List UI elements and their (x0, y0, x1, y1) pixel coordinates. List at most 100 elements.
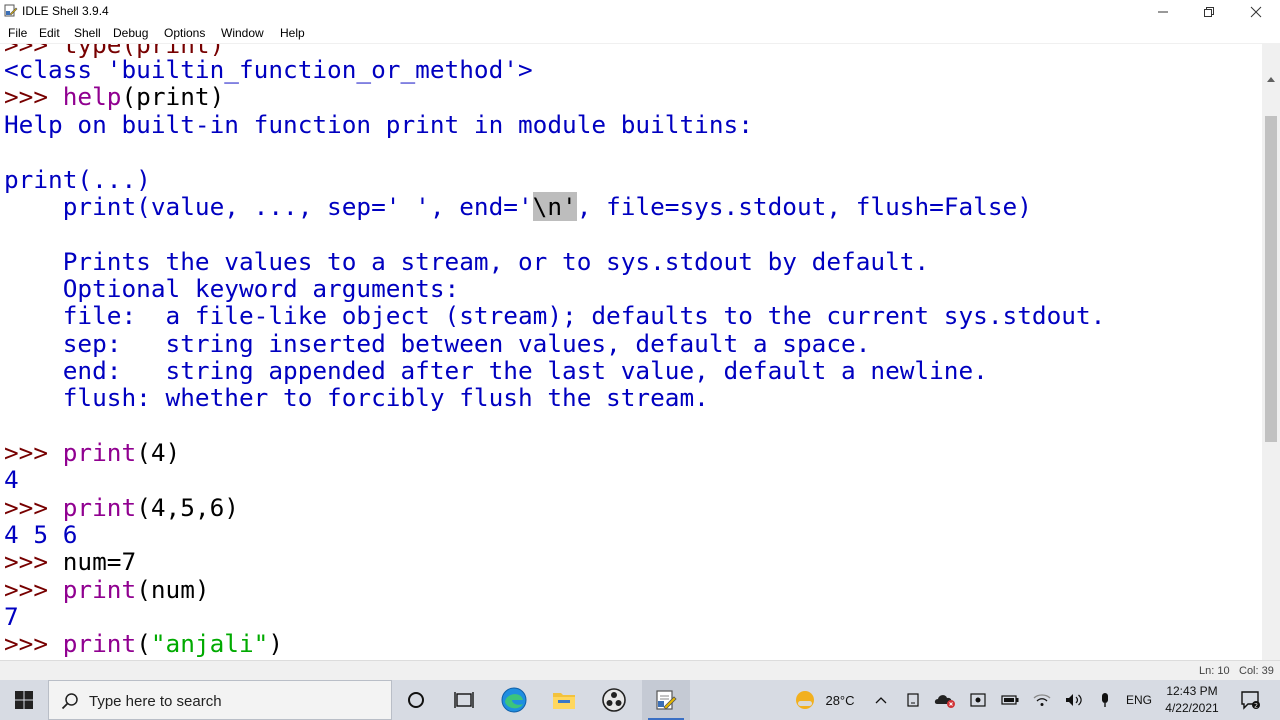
menu-file[interactable]: File (8, 26, 27, 40)
idle-taskbar-button[interactable] (642, 680, 690, 720)
taskbar-clock[interactable]: 12:43 PM 4/22/2021 (1156, 683, 1228, 717)
shell-output-line: Help on built-in function print in modul… (4, 110, 753, 139)
builtin-keyword: print (62, 575, 137, 604)
close-icon (1250, 6, 1262, 18)
shell-prompt: >>> (4, 575, 63, 604)
scrollbar-thumb[interactable] (1265, 116, 1277, 442)
scroll-up-button[interactable] (1262, 70, 1280, 88)
menu-edit[interactable]: Edit (39, 26, 60, 40)
tray-app-button[interactable] (902, 680, 924, 720)
battery-button[interactable] (998, 680, 1022, 720)
menu-options[interactable]: Options (164, 26, 205, 40)
shell-output-line: 4 (4, 465, 19, 494)
onedrive-button[interactable] (932, 680, 958, 720)
minimize-button[interactable] (1140, 0, 1186, 24)
file-explorer-icon (553, 693, 575, 709)
menu-shell[interactable]: Shell (74, 26, 101, 40)
edge-taskbar-button[interactable] (490, 680, 538, 720)
shell-prompt: >>> (4, 493, 63, 522)
shell-input-line: >>> num=7 (4, 548, 136, 575)
builtin-keyword: help (62, 82, 122, 111)
chevron-up-icon (1267, 77, 1275, 82)
shell-output-line: file: a file-like object (stream); defau… (4, 301, 1106, 330)
show-hidden-icons-button[interactable] (870, 680, 892, 720)
menu-debug[interactable]: Debug (113, 26, 148, 40)
shell-prompt: >>> (4, 82, 63, 111)
svg-text:2: 2 (1254, 703, 1258, 710)
restore-button[interactable] (1186, 0, 1232, 24)
cortana-button[interactable] (392, 680, 440, 720)
builtin-keyword: print (62, 629, 137, 658)
column-number: Col: 39 (1239, 665, 1274, 677)
shell-prompt: >>> (4, 438, 63, 467)
shell-output-line: 4 5 6 (4, 520, 78, 549)
screen-capture-icon (970, 693, 986, 707)
shell-output-line: <class 'builtin_function_or_method'> (4, 55, 533, 84)
restore-icon (1204, 7, 1214, 17)
shell-input-line: >>> print(4) (4, 439, 180, 466)
shell-input-line: >>> print(4,5,6) (4, 494, 239, 521)
clock-time: 12:43 PM (1166, 684, 1218, 698)
menu-help[interactable]: Help (280, 26, 305, 40)
shell-prompt: >>> (4, 629, 63, 658)
tablet-icon (907, 693, 919, 707)
task-view-button[interactable] (440, 680, 488, 720)
chevron-up-icon (875, 697, 887, 704)
code-text: ( (136, 629, 151, 658)
windows-start-icon (15, 691, 33, 709)
builtin-keyword: print (62, 438, 137, 467)
code-text: print(value, ..., sep=' ', end=' (4, 192, 533, 221)
text-selection-highlight: \n' (532, 192, 577, 221)
code-text: , file=sys.stdout, flush=False) (576, 192, 1032, 221)
tray-screen-button[interactable] (966, 680, 990, 720)
action-center-button[interactable]: 2 (1234, 680, 1266, 720)
menu-bar: File Edit Shell Debug Options Window Hel… (0, 24, 1280, 44)
taskbar-search-box[interactable]: Type here to search (48, 680, 392, 720)
code-text: (print) (121, 82, 225, 111)
minimize-icon (1158, 11, 1168, 13)
search-placeholder: Type here to search (89, 693, 222, 710)
vertical-scrollbar[interactable] (1262, 44, 1280, 660)
shell-text-area[interactable]: >>> type(print) <class 'builtin_function… (0, 44, 1262, 660)
shell-output-line: end: string appended after the last valu… (4, 356, 988, 385)
shell-output-line: Prints the values to a stream, or to sys… (4, 247, 930, 276)
shell-output-line: Optional keyword arguments: (4, 274, 460, 303)
microphone-icon (1102, 693, 1108, 707)
task-view-icon (454, 692, 474, 708)
notification-icon: 2 (1241, 691, 1260, 710)
status-bar: Ln: 10 Col: 39 (0, 660, 1280, 680)
obs-button[interactable] (590, 680, 638, 720)
shell-output-line: 7 (4, 602, 19, 631)
cortana-icon (408, 692, 424, 708)
obs-icon (602, 688, 626, 712)
idle-icon (656, 690, 677, 710)
shell-output-line: print(...) (4, 165, 151, 194)
shell-prompt: >>> (4, 547, 63, 576)
weather-temperature[interactable]: 28°C (820, 680, 860, 720)
volume-button[interactable] (1062, 680, 1086, 720)
network-button[interactable] (1030, 680, 1054, 720)
start-button[interactable] (0, 680, 48, 720)
shell-input-line: >>> print("anjali") (4, 630, 283, 657)
battery-icon (1001, 695, 1019, 705)
code-text: num=7 (62, 547, 137, 576)
edge-icon (501, 687, 527, 713)
microphone-button[interactable] (1094, 680, 1116, 720)
code-text: (num) (136, 575, 210, 604)
close-button[interactable] (1233, 0, 1279, 24)
input-language-button[interactable]: ENG (1124, 680, 1154, 720)
menu-window[interactable]: Window (221, 26, 264, 40)
onedrive-error-icon (934, 695, 955, 708)
code-text: (4,5,6) (136, 493, 239, 522)
clock-date: 4/22/2021 (1165, 701, 1219, 715)
shell-input-line: >>> print(num) (4, 576, 210, 603)
wifi-icon (1033, 694, 1051, 706)
shell-output-line: flush: whether to forcibly flush the str… (4, 383, 709, 412)
file-explorer-button[interactable] (540, 680, 588, 720)
search-icon (61, 693, 78, 710)
weather-widget[interactable] (792, 680, 818, 720)
shell-output-line: sep: string inserted between values, def… (4, 329, 871, 358)
code-text: (4) (136, 438, 181, 467)
title-bar: IDLE Shell 3.9.4 (0, 0, 1280, 24)
weather-sun-icon (796, 691, 814, 709)
